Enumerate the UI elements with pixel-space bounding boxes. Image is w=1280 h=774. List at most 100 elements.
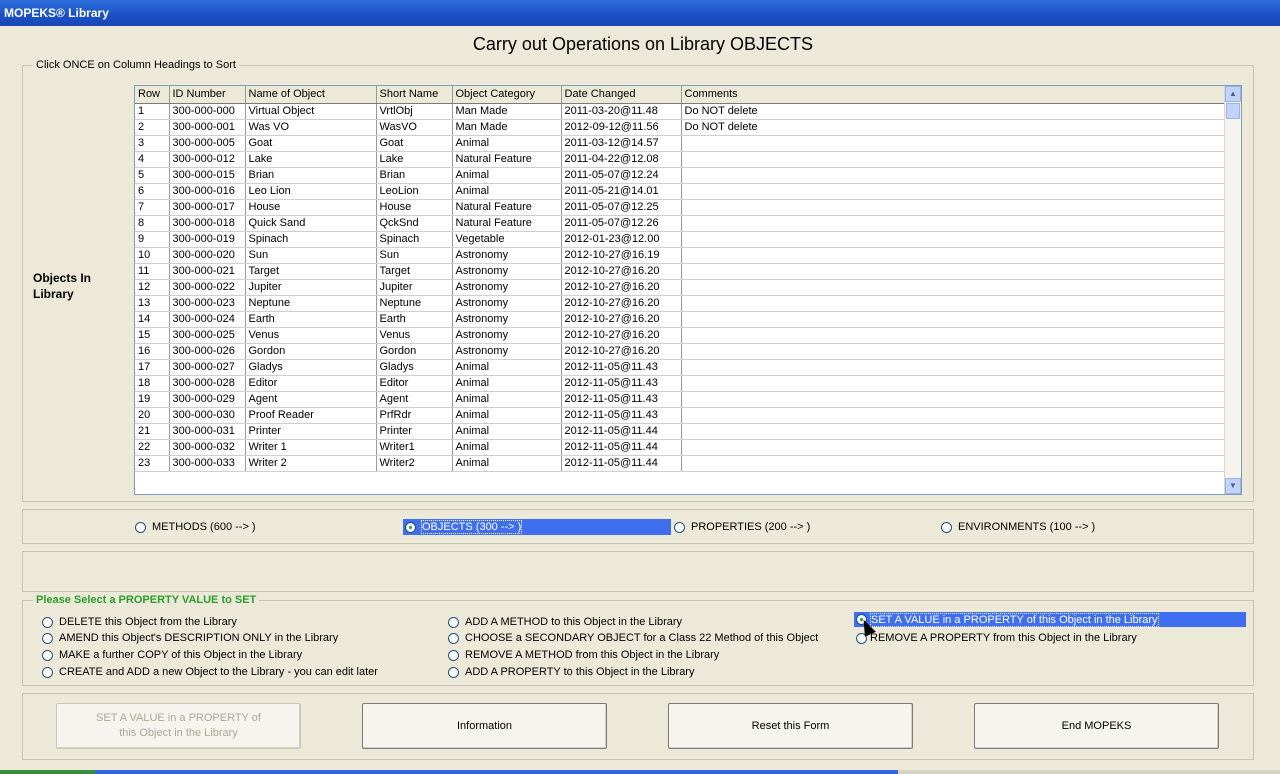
table-cell: 7 [135, 199, 170, 216]
column-header[interactable]: Name of Object [245, 86, 377, 104]
radio-circle-icon [42, 649, 53, 661]
table-row[interactable]: 3 300-000-005 Goat Goat Animal 2011-03-12@14.… [135, 135, 1228, 152]
reset-form-button[interactable]: Reset this Form [668, 703, 913, 749]
table-cell: Astronomy [452, 247, 562, 264]
scroll-up-icon[interactable]: ▲ [1225, 86, 1241, 102]
table-cell: 2011-03-12@14.57 [561, 135, 682, 152]
table-row[interactable]: 22 300-000-032 Writer 1 Writer1 Animal 2012-1… [135, 439, 1228, 456]
table-cell: Neptune [376, 295, 453, 312]
table-row[interactable]: 13 300-000-023 Neptune Neptune Astronomy 2012… [135, 295, 1228, 312]
table-cell: Natural Feature [452, 151, 562, 168]
op-choose-secondary[interactable]: CHOOSE a SECONDARY OBJECT for a Class 22… [448, 630, 818, 646]
set-value-action-button[interactable]: SET A VALUE in a PROPERTY of this Object… [56, 703, 301, 749]
scroll-thumb[interactable] [1226, 103, 1240, 119]
table-row[interactable]: 12 300-000-022 Jupiter Jupiter Astronomy 2012… [135, 279, 1228, 296]
column-header[interactable]: Date Changed [561, 86, 682, 104]
radio-methods[interactable]: METHODS (600 --> ) [135, 519, 256, 535]
radio-objects[interactable]: OBJECTS (300 --> ) [403, 519, 671, 535]
table-row[interactable]: 4 300-000-012 Lake Lake Natural Feature 2011-… [135, 151, 1228, 168]
table-cell: Brian [376, 167, 453, 184]
table-cell: Leo Lion [245, 183, 377, 200]
op-amend[interactable]: AMEND this Object's DESCRIPTION ONLY in … [42, 630, 338, 646]
table-row[interactable]: 20 300-000-030 Proof Reader PrfRdr Animal 201… [135, 407, 1228, 424]
table-cell: 300-000-018 [169, 215, 246, 232]
table-cell: 300-000-031 [169, 423, 246, 440]
table-cell: 2012-10-27@16.19 [561, 247, 682, 264]
table-cell: Printer [376, 423, 453, 440]
table-cell: Animal [452, 375, 562, 392]
column-header[interactable]: Object Category [452, 86, 562, 104]
table-row[interactable]: 16 300-000-026 Gordon Gordon Astronomy 2012-1… [135, 343, 1228, 360]
op-add-property[interactable]: ADD A PROPERTY to this Object in the Lib… [448, 664, 694, 680]
table-cell: 300-000-015 [169, 167, 246, 184]
table-row[interactable]: 19 300-000-029 Agent Agent Animal 2012-11-05@… [135, 391, 1228, 408]
table-row[interactable]: 7 300-000-017 House House Natural Feature 201… [135, 199, 1228, 216]
table-cell: 300-000-028 [169, 375, 246, 392]
op-add-method[interactable]: ADD A METHOD to this Object in the Libra… [448, 614, 682, 630]
table-row[interactable]: 23 300-000-033 Writer 2 Writer2 Animal 2012-1… [135, 455, 1228, 472]
information-button[interactable]: Information [362, 703, 607, 749]
table-cell: Animal [452, 359, 562, 376]
column-header[interactable]: Short Name [376, 86, 453, 104]
table-cell: Agent [376, 391, 453, 408]
op-remove-method[interactable]: REMOVE A METHOD from this Object in the … [448, 647, 719, 663]
table-row[interactable]: 17 300-000-027 Gladys Gladys Animal 2012-11-0… [135, 359, 1228, 376]
op-delete[interactable]: DELETE this Object from the Library [42, 614, 237, 630]
table-row[interactable]: 2 300-000-001 Was VO WasVO Man Made 2012-09-1… [135, 119, 1228, 136]
table-cell: 2012-11-05@11.43 [561, 359, 682, 376]
table-cell: 2011-05-07@12.26 [561, 215, 682, 232]
column-header[interactable]: Comments [681, 86, 1228, 104]
table-cell: Virtual Object [245, 103, 377, 120]
table-cell: 2 [135, 119, 170, 136]
table-cell: 2012-10-27@16.20 [561, 343, 682, 360]
table-cell: Brian [245, 167, 377, 184]
scroll-down-icon[interactable]: ▼ [1225, 478, 1241, 494]
column-header[interactable]: Row [135, 86, 170, 104]
op-remove-property[interactable]: REMOVE A PROPERTY from this Object in th… [856, 630, 1137, 646]
table-cell: Target [245, 263, 377, 280]
table-row[interactable]: 11 300-000-021 Target Target Astronomy 2012-1… [135, 263, 1228, 280]
table-cell: Neptune [245, 295, 377, 312]
radio-circle-icon [42, 616, 53, 628]
table-cell: Jupiter [376, 279, 453, 296]
table-cell: Astronomy [452, 263, 562, 280]
op-create[interactable]: CREATE and ADD a new Object to the Libra… [42, 664, 378, 680]
objects-grid[interactable]: Row ID Number Name of Object Short Name Obje… [134, 85, 1242, 495]
op-set-value[interactable]: SET A VALUE in a PROPERTY of this Object… [854, 612, 1246, 627]
table-cell: Editor [245, 375, 377, 392]
info-group [22, 551, 1254, 592]
table-cell [681, 263, 1228, 280]
table-row[interactable]: 15 300-000-025 Venus Venus Astronomy 2012-10-… [135, 327, 1228, 344]
table-row[interactable]: 6 300-000-016 Leo Lion LeoLion Animal 2011-05… [135, 183, 1228, 200]
table-cell: 300-000-026 [169, 343, 246, 360]
table-row[interactable]: 1 300-000-000 Virtual Object VrtlObj Man Mad… [135, 103, 1228, 120]
column-header[interactable]: ID Number [169, 86, 246, 104]
table-cell [681, 295, 1228, 312]
table-row[interactable]: 14 300-000-024 Earth Earth Astronomy 2012-10-… [135, 311, 1228, 328]
table-cell: 23 [135, 455, 170, 472]
table-cell: 10 [135, 247, 170, 264]
table-cell: Writer2 [376, 455, 453, 472]
table-cell: Astronomy [452, 327, 562, 344]
table-vertical-scrollbar[interactable]: ▲ ▼ [1224, 86, 1241, 494]
table-row[interactable]: 8 300-000-018 Quick Sand QckSnd Natural Feat… [135, 215, 1228, 232]
radio-properties[interactable]: PROPERTIES (200 --> ) [674, 519, 810, 535]
table-row[interactable]: 9 300-000-019 Spinach Spinach Vegetable 2012-… [135, 231, 1228, 248]
table-cell: 300-000-022 [169, 279, 246, 296]
table-cell: Animal [452, 167, 562, 184]
table-cell: Venus [245, 327, 377, 344]
end-mopeks-button[interactable]: End MOPEKS [974, 703, 1219, 749]
table-cell: 8 [135, 215, 170, 232]
table-row[interactable]: 10 300-000-020 Sun Sun Astronomy 2012-10-27@1… [135, 247, 1228, 264]
table-row[interactable]: 18 300-000-028 Editor Editor Animal 2012-11-0… [135, 375, 1228, 392]
table-row[interactable]: 5 300-000-015 Brian Brian Animal 2011-05-07@1… [135, 167, 1228, 184]
table-cell: 2011-04-22@12.08 [561, 151, 682, 168]
table-cell [681, 199, 1228, 216]
op-copy[interactable]: MAKE a further COPY of this Object in th… [42, 647, 302, 663]
table-cell: Goat [245, 135, 377, 152]
table-cell: House [245, 199, 377, 216]
table-cell: Do NOT delete [681, 103, 1228, 120]
table-cell: Goat [376, 135, 453, 152]
table-row[interactable]: 21 300-000-031 Printer Printer Animal 2012-11… [135, 423, 1228, 440]
radio-environments[interactable]: ENVIRONMENTS (100 --> ) [941, 519, 1095, 535]
